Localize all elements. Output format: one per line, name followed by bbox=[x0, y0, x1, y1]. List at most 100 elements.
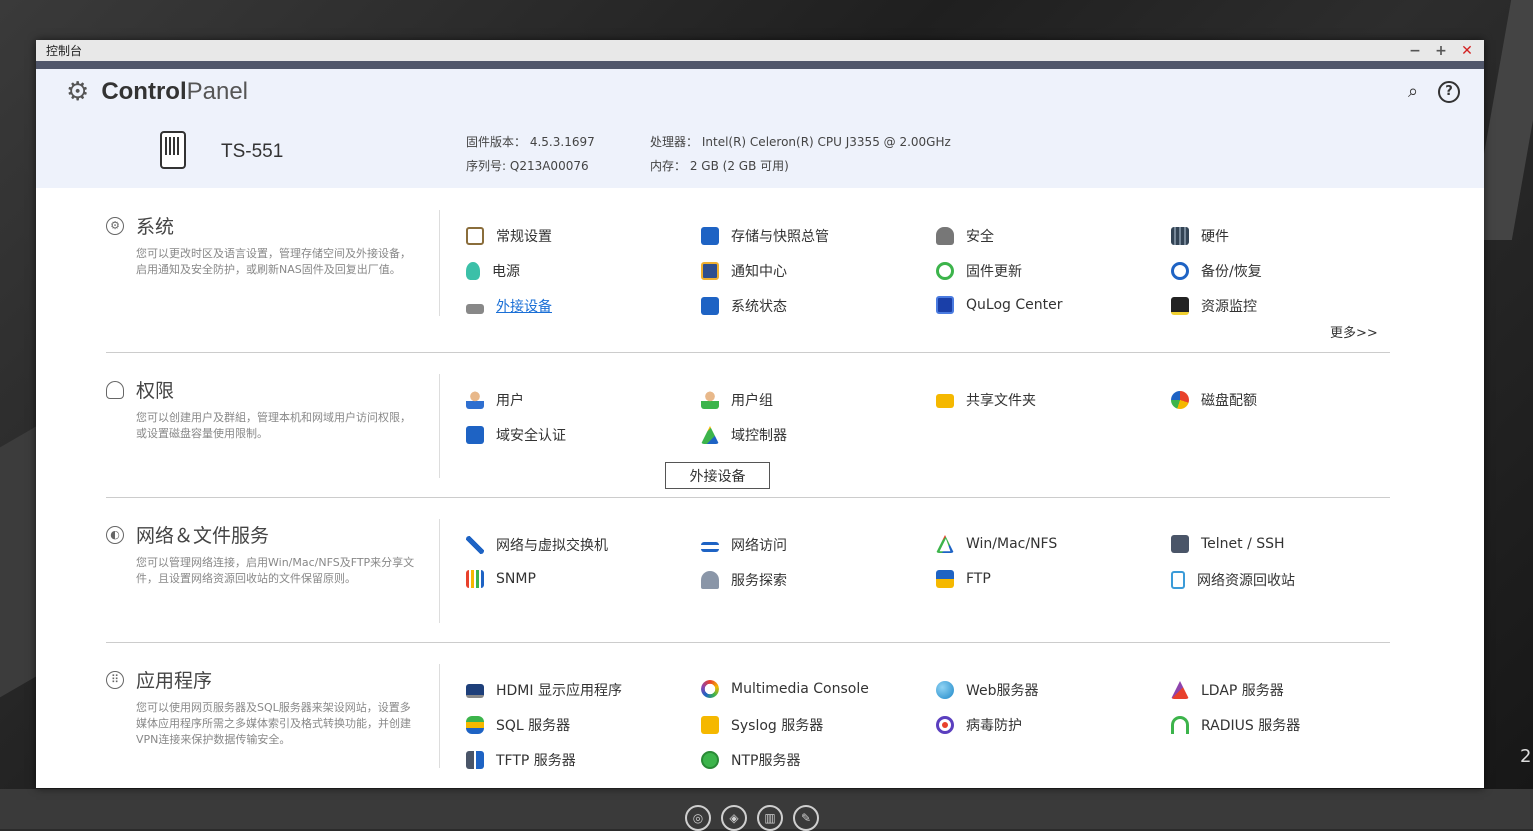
hdmi-display-icon bbox=[466, 684, 484, 698]
item-ftp[interactable]: FTP bbox=[936, 570, 991, 588]
item-network-access[interactable]: 网络访问 bbox=[701, 535, 787, 555]
item-qulog-center[interactable]: QuLog Center bbox=[936, 296, 1062, 314]
cpu-label: 处理器： bbox=[650, 135, 699, 149]
title-bold: Control bbox=[101, 78, 187, 105]
more-link[interactable]: 更多>> bbox=[1330, 322, 1378, 341]
item-network-vswitch[interactable]: 网络与虚拟交换机 bbox=[466, 535, 608, 555]
item-snmp[interactable]: SNMP bbox=[466, 570, 536, 588]
item-domain-controller[interactable]: 域控制器 bbox=[701, 425, 787, 445]
item-notification-center[interactable]: 通知中心 bbox=[701, 261, 787, 281]
dock-app-icon[interactable]: ▥ bbox=[757, 805, 783, 831]
item-service-discovery[interactable]: 服务探索 bbox=[701, 570, 787, 590]
syslog-icon bbox=[701, 716, 719, 734]
cpu-value: Intel(R) Celeron(R) CPU J3355 @ 2.00GHz bbox=[701, 135, 951, 149]
dock: ◎ ◈ ▥ ✎ bbox=[685, 805, 819, 831]
external-drive-icon bbox=[466, 304, 484, 314]
page-title: ⚙ Control Panel bbox=[66, 77, 248, 107]
network-switch-icon bbox=[466, 536, 484, 554]
bulb-icon bbox=[466, 262, 480, 280]
window-titlebar[interactable]: 控制台 − + ✕ bbox=[36, 40, 1484, 61]
quota-pie-icon bbox=[1171, 391, 1189, 409]
item-ntp-server[interactable]: NTP服务器 bbox=[701, 750, 800, 770]
monitor-icon bbox=[701, 297, 719, 315]
maximize-button[interactable]: + bbox=[1434, 43, 1448, 59]
memory-value: 2 GB (2 GB 可用) bbox=[689, 159, 789, 173]
section-separator bbox=[106, 497, 1390, 498]
section-description: 您可以管理网络连接，启用Win/Mac/NFS及FTP来分享文件，且设置网络资源… bbox=[136, 556, 415, 585]
folder-icon bbox=[936, 394, 954, 408]
terminal-icon bbox=[1171, 535, 1189, 553]
firmware-info: 固件版本： 4.5.3.1697 bbox=[466, 133, 595, 150]
hardware-icon bbox=[1171, 227, 1189, 245]
item-hardware[interactable]: 硬件 bbox=[1171, 226, 1229, 246]
item-web-server[interactable]: Web服务器 bbox=[936, 680, 1039, 700]
domain-controller-icon bbox=[701, 426, 719, 444]
user-group-icon bbox=[701, 391, 719, 409]
item-syslog-server[interactable]: Syslog 服务器 bbox=[701, 715, 823, 735]
item-power[interactable]: 电源 bbox=[466, 261, 520, 281]
item-recycle-bin[interactable]: 网络资源回收站 bbox=[1171, 570, 1295, 590]
virus-icon bbox=[936, 716, 954, 734]
firmware-update-icon bbox=[936, 262, 954, 280]
close-button[interactable]: ✕ bbox=[1460, 43, 1474, 59]
dock-app-icon[interactable]: ✎ bbox=[793, 805, 819, 831]
item-radius-server[interactable]: RADIUS 服务器 bbox=[1171, 715, 1300, 735]
firmware-value: 4.5.3.1697 bbox=[529, 135, 595, 149]
item-hdmi-display[interactable]: HDMI 显示应用程序 bbox=[466, 680, 622, 700]
minimize-button[interactable]: − bbox=[1408, 43, 1422, 59]
section-description: 您可以使用网页服务器及SQL服务器来架设网站，设置多媒体应用程序所需之多媒体索引… bbox=[136, 701, 411, 746]
search-icon[interactable]: ⌕ bbox=[1402, 81, 1424, 103]
section-header: ⚙ 系统 bbox=[106, 212, 174, 239]
item-general-settings[interactable]: 常规设置 bbox=[466, 226, 552, 246]
item-shared-folders[interactable]: 共享文件夹 bbox=[936, 390, 1036, 410]
item-multimedia-console[interactable]: Multimedia Console bbox=[701, 680, 869, 698]
serial-value: Q213A00076 bbox=[509, 159, 589, 173]
item-firmware-update[interactable]: 固件更新 bbox=[936, 261, 1022, 281]
memory-info: 内存： 2 GB (2 GB 可用) bbox=[650, 157, 789, 174]
item-telnet-ssh[interactable]: Telnet / SSH bbox=[1171, 535, 1285, 553]
ldap-icon bbox=[1171, 681, 1189, 699]
item-security[interactable]: 安全 bbox=[936, 226, 994, 246]
device-model: TS-551 bbox=[221, 141, 284, 162]
item-ldap-server[interactable]: LDAP 服务器 bbox=[1171, 680, 1284, 700]
title-light: Panel bbox=[186, 78, 249, 105]
satellite-dish-icon bbox=[701, 571, 719, 589]
recycle-bin-icon bbox=[1171, 571, 1185, 589]
section-description: 您可以创建用户及群組，管理本机和网域用户访问权限，或设置磁盘容量使用限制。 bbox=[136, 411, 411, 440]
lock-icon bbox=[936, 227, 954, 245]
item-external-device[interactable]: 外接设备 bbox=[466, 296, 552, 316]
gear-icon: ⚙ bbox=[106, 216, 124, 235]
serial-info: 序列号: Q213A00076 bbox=[466, 157, 589, 174]
item-resource-monitor[interactable]: 资源监控 bbox=[1171, 296, 1257, 316]
section-header: 权限 bbox=[106, 376, 174, 403]
item-tftp-server[interactable]: TFTP 服务器 bbox=[466, 750, 576, 770]
section-privilege: 权限 您可以创建用户及群組，管理本机和网域用户访问权限，或设置磁盘容量使用限制。… bbox=[106, 374, 1390, 516]
section-title: 应用程序 bbox=[136, 670, 213, 692]
section-title: 系统 bbox=[136, 216, 175, 238]
item-disk-quota[interactable]: 磁盘配额 bbox=[1171, 390, 1257, 410]
item-users[interactable]: 用户 bbox=[466, 390, 524, 410]
help-icon[interactable]: ? bbox=[1438, 81, 1460, 103]
section-title: 网络＆文件服务 bbox=[136, 525, 270, 547]
dock-app-icon[interactable]: ◈ bbox=[721, 805, 747, 831]
globe-icon bbox=[936, 681, 954, 699]
section-title: 权限 bbox=[136, 380, 175, 402]
bar-chart-icon bbox=[466, 570, 484, 588]
backup-icon bbox=[1171, 262, 1189, 280]
item-backup-restore[interactable]: 备份/恢复 bbox=[1171, 261, 1262, 281]
item-win-mac-nfs[interactable]: Win/Mac/NFS bbox=[936, 535, 1057, 553]
item-antivirus[interactable]: 病毒防护 bbox=[936, 715, 1022, 735]
notification-icon bbox=[701, 262, 719, 280]
tftp-icon bbox=[466, 751, 484, 769]
item-sql-server[interactable]: SQL 服务器 bbox=[466, 715, 570, 735]
item-user-groups[interactable]: 用户组 bbox=[701, 390, 773, 410]
resource-monitor-icon bbox=[1171, 297, 1189, 315]
section-header: ⠿ 应用程序 bbox=[106, 666, 212, 693]
item-domain-security[interactable]: 域安全认证 bbox=[466, 425, 566, 445]
item-system-status[interactable]: 系统状态 bbox=[701, 296, 787, 316]
memory-label: 内存： bbox=[650, 159, 687, 173]
item-storage-snapshots[interactable]: 存储与快照总管 bbox=[701, 226, 829, 246]
dock-app-icon[interactable]: ◎ bbox=[685, 805, 711, 831]
section-separator bbox=[106, 352, 1390, 353]
general-settings-icon bbox=[466, 227, 484, 245]
